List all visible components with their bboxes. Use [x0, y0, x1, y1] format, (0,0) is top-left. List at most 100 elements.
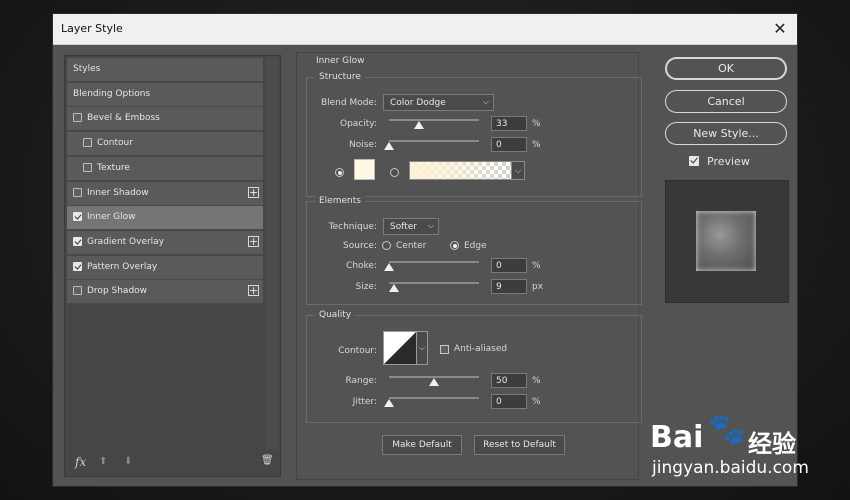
size-slider[interactable]	[389, 282, 479, 284]
add-effect-icon[interactable]: +	[248, 186, 259, 198]
reset-to-default-button[interactable]: Reset to Default	[474, 435, 565, 455]
title-bar[interactable]: Layer Style ✕	[53, 14, 797, 45]
styles-list-item-styles[interactable]: Styles	[67, 58, 263, 82]
structure-group: Structure Blend Mode: Color Dodge ⌵ Opac…	[306, 72, 642, 197]
preview-thumbnail	[696, 211, 756, 271]
blend-mode-label: Blend Mode:	[320, 98, 377, 108]
chevron-down-icon: ⌵	[427, 221, 434, 230]
move-up-icon[interactable]: ⬆	[99, 456, 107, 467]
trash-icon[interactable]: 🗑	[261, 455, 274, 466]
styles-list-item-drop-shadow[interactable]: Drop Shadow +	[67, 280, 263, 305]
blend-mode-select[interactable]: Color Dodge ⌵	[383, 94, 494, 111]
styles-list-item-inner-shadow[interactable]: Inner Shadow +	[67, 181, 263, 206]
styles-list-item-texture[interactable]: Texture	[67, 156, 263, 181]
choke-input[interactable]: 0	[491, 258, 527, 273]
paw-icon: 🐾	[708, 412, 746, 447]
contour-label: Contour:	[338, 346, 377, 356]
opacity-slider[interactable]	[389, 119, 479, 121]
styles-list-item-label: Bevel & Emboss	[87, 113, 160, 124]
styles-list-item-label: Gradient Overlay	[87, 236, 165, 247]
styles-list-item-blending-options[interactable]: Blending Options	[67, 82, 263, 107]
opacity-label: Opacity:	[340, 119, 377, 129]
choke-slider[interactable]	[389, 261, 479, 263]
contour-curve-icon	[384, 332, 416, 364]
styles-list-item-inner-glow[interactable]: Inner Glow	[67, 206, 263, 231]
styles-list-item-label: Contour	[97, 138, 133, 149]
glow-gradient-swatch[interactable]	[409, 161, 512, 180]
elements-group: Elements Technique: Softer ⌵ Source: Cen…	[306, 196, 642, 305]
styles-list-item-label: Pattern Overlay	[87, 261, 158, 272]
gradient-picker-chevron-icon[interactable]: ⌵	[512, 161, 525, 180]
technique-label: Technique:	[328, 222, 377, 232]
contour-picker[interactable]	[383, 331, 417, 365]
preview-label: Preview	[707, 155, 750, 168]
styles-list-item-gradient-overlay[interactable]: Gradient Overlay +	[67, 230, 263, 255]
add-effect-icon[interactable]: +	[248, 285, 259, 297]
quality-title: Quality	[315, 310, 356, 320]
checkbox-bevel-emboss[interactable]	[73, 113, 82, 123]
styles-list-item-bevel-emboss[interactable]: Bevel & Emboss	[67, 107, 263, 132]
source-edge-label: Edge	[464, 241, 487, 251]
choke-unit: %	[532, 261, 541, 271]
watermark-brand-suffix: 经验	[748, 430, 796, 458]
checkbox-inner-glow[interactable]	[73, 212, 82, 222]
noise-slider[interactable]	[389, 140, 479, 142]
checkbox-drop-shadow[interactable]	[73, 286, 82, 296]
watermark-url: jingyan.baidu.com	[652, 458, 809, 478]
jitter-slider-thumb[interactable]	[384, 399, 394, 407]
checkbox-texture[interactable]	[83, 162, 92, 172]
structure-title: Structure	[315, 72, 365, 82]
glow-color-swatch[interactable]	[354, 159, 375, 180]
styles-list: Styles Blending Options Bevel & Emboss Cont…	[64, 55, 281, 477]
range-slider-thumb[interactable]	[429, 378, 439, 386]
size-input[interactable]: 9	[491, 279, 527, 294]
cancel-button[interactable]: Cancel	[665, 90, 787, 113]
anti-aliased-checkbox[interactable]	[440, 345, 449, 354]
source-center-label: Center	[396, 241, 427, 251]
jitter-input[interactable]: 0	[491, 394, 527, 409]
styles-list-item-label: Drop Shadow	[87, 286, 148, 297]
styles-list-footer: fx ⬆ ⬇ 🗑	[65, 448, 280, 476]
noise-input[interactable]: 0	[491, 137, 527, 152]
gradient-radio[interactable]	[390, 168, 399, 177]
styles-list-scrollbar[interactable]	[266, 57, 279, 449]
checkbox-inner-shadow[interactable]	[73, 187, 82, 197]
new-style-button[interactable]: New Style...	[665, 122, 787, 145]
styles-list-item-label: Blending Options	[73, 88, 151, 99]
inner-glow-panel: Inner Glow Structure Blend Mode: Color D…	[296, 52, 642, 480]
move-down-icon[interactable]: ⬇	[124, 456, 132, 467]
opacity-slider-thumb[interactable]	[413, 121, 424, 129]
size-unit: px	[532, 282, 544, 292]
add-effect-icon[interactable]: +	[248, 235, 259, 247]
styles-list-item-label: Inner Glow	[87, 212, 136, 223]
styles-list-item-pattern-overlay[interactable]: Pattern Overlay	[67, 255, 263, 280]
close-icon[interactable]: ✕	[769, 18, 791, 40]
jitter-slider[interactable]	[389, 397, 479, 399]
noise-slider-thumb[interactable]	[384, 142, 394, 150]
jitter-unit: %	[532, 397, 541, 407]
dialog-title: Layer Style	[61, 22, 123, 35]
opacity-unit: %	[532, 119, 541, 129]
styles-list-item-contour[interactable]: Contour	[67, 132, 263, 157]
source-edge-radio[interactable]	[450, 241, 459, 250]
checkbox-gradient-overlay[interactable]	[73, 236, 82, 246]
source-center-radio[interactable]	[382, 241, 391, 250]
technique-select[interactable]: Softer ⌵	[383, 218, 439, 235]
make-default-button[interactable]: Make Default	[382, 435, 462, 455]
opacity-input[interactable]: 33	[491, 116, 527, 131]
checkbox-pattern-overlay[interactable]	[73, 261, 82, 271]
preview-checkbox[interactable]	[689, 156, 699, 166]
checkbox-contour[interactable]	[83, 138, 92, 148]
choke-label: Choke:	[346, 261, 377, 271]
styles-list-item-label: Inner Shadow	[87, 187, 149, 198]
elements-title: Elements	[315, 196, 365, 206]
size-slider-thumb[interactable]	[389, 284, 400, 292]
range-input[interactable]: 50	[491, 373, 527, 388]
fx-icon[interactable]: fx	[75, 455, 86, 469]
ok-button[interactable]: OK	[665, 57, 787, 80]
contour-chevron-icon[interactable]: ⌵	[417, 331, 428, 365]
noise-label: Noise:	[349, 140, 377, 150]
choke-slider-thumb[interactable]	[384, 263, 394, 271]
layer-style-dialog: Layer Style ✕ Styles Blending Options Beve…	[53, 14, 797, 486]
solid-color-radio[interactable]	[335, 168, 344, 177]
